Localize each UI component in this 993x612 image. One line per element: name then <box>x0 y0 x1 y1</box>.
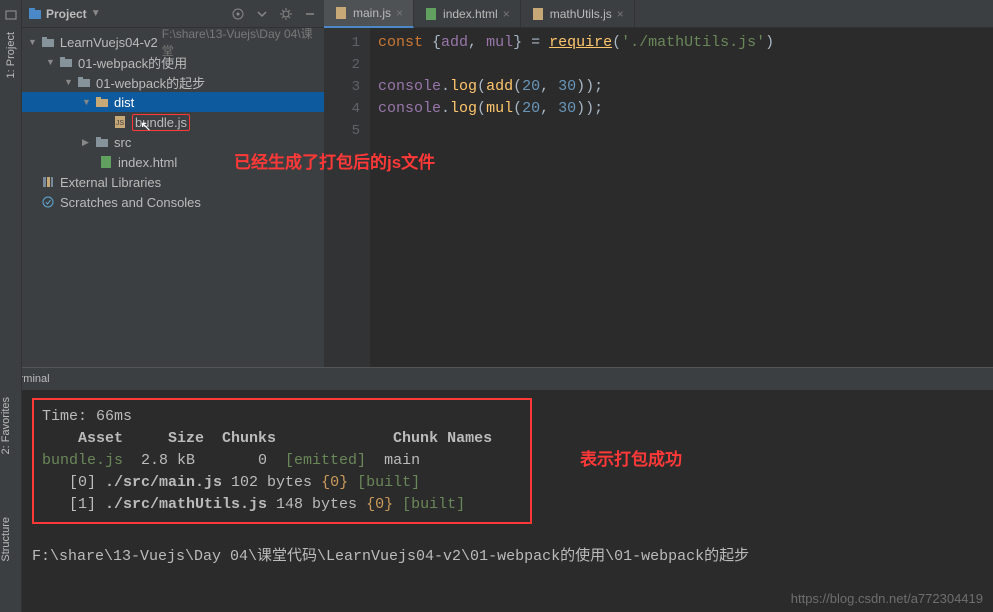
annotation-generated: 已经生成了打包后的js文件 <box>234 148 435 173</box>
folder-icon <box>58 54 74 70</box>
tree-root[interactable]: ▼ LearnVuejs04-v2 F:\share\13-Vuejs\Day … <box>22 32 324 52</box>
chevron-down-icon[interactable]: ▼ <box>91 8 101 19</box>
tab-label: index.html <box>443 7 498 21</box>
panel-toolbar <box>230 6 318 22</box>
tab-label: mathUtils.js <box>550 7 612 21</box>
tree-label: Scratches and Consoles <box>60 195 201 210</box>
html-file-icon <box>98 154 114 170</box>
tree-label: dist <box>114 95 134 110</box>
tree-scratches[interactable]: Scratches and Consoles <box>22 192 324 212</box>
line-number: 4 <box>324 98 360 120</box>
code-line: console.log(mul(20, 30)); <box>378 98 985 120</box>
arrow-down-icon: ▼ <box>46 57 58 67</box>
watermark: https://blog.csdn.net/a772304419 <box>791 591 983 606</box>
html-file-icon <box>424 7 438 21</box>
project-tool-icon[interactable] <box>4 8 18 22</box>
tree-label: 01-webpack的使用 <box>78 53 187 72</box>
terminal-panel: Terminal + × Time: 66ms Asset Size Chunk… <box>0 367 993 612</box>
build-header: Asset Size Chunks Chunk Names <box>42 428 522 450</box>
tree-label: index.html <box>118 155 177 170</box>
project-tree: ▼ LearnVuejs04-v2 F:\share\13-Vuejs\Day … <box>22 28 324 216</box>
tab-main-js[interactable]: main.js × <box>324 0 414 28</box>
annotation-success: 表示打包成功 <box>580 445 682 470</box>
library-icon <box>40 174 56 190</box>
tree-label: LearnVuejs04-v2 <box>60 35 158 50</box>
sidebar-tab-favorites[interactable]: 2: Favorites <box>0 397 12 454</box>
close-icon[interactable]: × <box>617 7 624 21</box>
bottom-left-sidebar: 2: Favorites Structure <box>0 367 22 612</box>
tree-label: External Libraries <box>60 175 161 190</box>
editor-area: main.js × index.html × mathUtils.js × 1 … <box>324 0 993 367</box>
project-panel-header: Project ▼ <box>22 0 324 28</box>
folder-icon <box>40 34 56 50</box>
js-file-icon <box>334 6 348 20</box>
build-output: Time: 66ms Asset Size Chunks Chunk Names… <box>32 398 532 524</box>
project-panel: Project ▼ ▼ LearnVuej <box>22 0 324 367</box>
build-row: [1] ./src/mathUtils.js 148 bytes {0} [bu… <box>42 494 522 516</box>
tree-label: 01-webpack的起步 <box>96 73 205 92</box>
gear-icon[interactable] <box>278 6 294 22</box>
folder-icon <box>76 74 92 90</box>
tree-external-libs[interactable]: External Libraries <box>22 172 324 192</box>
line-number: 3 <box>324 76 360 98</box>
arrow-right-icon: ▶ <box>82 137 94 148</box>
code-line: console.log(add(20, 30)); <box>378 76 985 98</box>
gutter: 1 2 3 4 5 <box>324 28 370 367</box>
arrow-down-icon: ▼ <box>28 37 40 47</box>
build-row: [0] ./src/main.js 102 bytes {0} [built] <box>42 472 522 494</box>
arrow-down-icon: ▼ <box>82 97 94 107</box>
js-file-icon: JS <box>112 114 128 130</box>
code-line <box>378 120 985 142</box>
line-number: 2 <box>324 54 360 76</box>
arrow-down-icon: ▼ <box>64 77 76 87</box>
terminal-prompt: F:\share\13-Vuejs\Day 04\课堂代码\LearnVuejs… <box>32 544 983 565</box>
code-line <box>378 54 985 76</box>
close-icon[interactable]: × <box>503 7 510 21</box>
line-number: 1 <box>324 32 360 54</box>
tree-label: bundle.js <box>132 114 190 131</box>
code-content[interactable]: const {add, mul} = require('./mathUtils.… <box>370 28 993 367</box>
target-icon[interactable] <box>230 6 246 22</box>
tab-mathutils-js[interactable]: mathUtils.js × <box>521 0 635 28</box>
sidebar-tab-structure[interactable]: Structure <box>0 517 12 562</box>
close-icon[interactable]: × <box>396 6 403 20</box>
editor-tabs: main.js × index.html × mathUtils.js × <box>324 0 993 28</box>
main-area: 1: Project Project ▼ <box>0 0 993 367</box>
tree-node-dist[interactable]: ▼ dist <box>22 92 324 112</box>
build-row: bundle.js 2.8 kB 0 [emitted] main <box>42 450 522 472</box>
build-time: Time: 66ms <box>42 406 522 428</box>
js-file-icon <box>531 7 545 21</box>
tree-node-bundle[interactable]: JS bundle.js <box>22 112 324 132</box>
line-number: 5 <box>324 120 360 142</box>
terminal-content[interactable]: Time: 66ms Asset Size Chunks Chunk Names… <box>22 390 993 612</box>
svg-text:JS: JS <box>116 120 125 127</box>
panel-title: Project <box>46 7 87 21</box>
left-sidebar: 1: Project <box>0 0 22 367</box>
code-editor[interactable]: 1 2 3 4 5 const {add, mul} = require('./… <box>324 28 993 367</box>
tab-label: main.js <box>353 6 391 20</box>
tree-label: src <box>114 135 131 150</box>
sidebar-tab-project[interactable]: 1: Project <box>5 32 17 78</box>
folder-icon <box>94 134 110 150</box>
minimize-icon[interactable] <box>302 6 318 22</box>
scratches-icon <box>40 194 56 210</box>
tab-index-html[interactable]: index.html × <box>414 0 521 28</box>
folder-icon <box>94 94 110 110</box>
terminal-header[interactable]: Terminal <box>0 368 993 390</box>
code-line: const {add, mul} = require('./mathUtils.… <box>378 32 985 54</box>
project-icon <box>28 7 42 21</box>
terminal-body: + × Time: 66ms Asset Size Chunks Chunk N… <box>0 390 993 612</box>
tree-node[interactable]: ▼ 01-webpack的起步 <box>22 72 324 92</box>
expand-icon[interactable] <box>254 6 270 22</box>
